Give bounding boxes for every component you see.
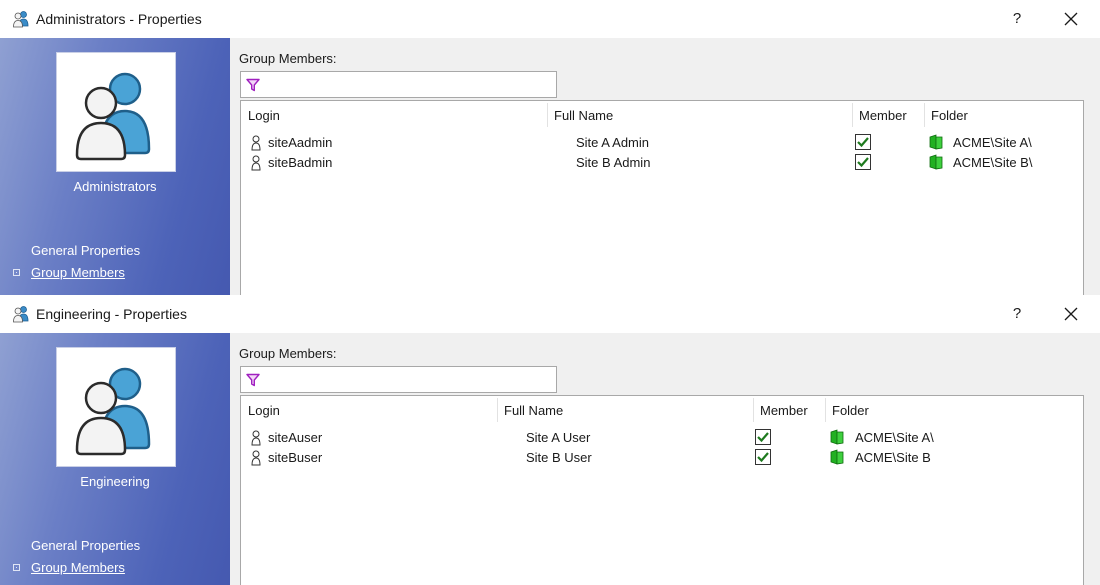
- login-cell: siteBadmin: [268, 155, 333, 170]
- avatar: [56, 347, 176, 467]
- table-row[interactable]: siteAadmin Site A Admin ACME\Site A\: [241, 133, 1083, 153]
- checkbox-checked-icon[interactable]: [855, 134, 871, 150]
- group-name: Engineering: [80, 474, 150, 489]
- close-icon: [1064, 12, 1078, 26]
- filter-input[interactable]: [265, 369, 553, 390]
- column-header-login[interactable]: Login: [241, 101, 547, 129]
- login-cell: siteBuser: [268, 450, 323, 465]
- group-icon: [13, 306, 29, 323]
- sidebar: Administrators General Properties Group …: [0, 38, 230, 295]
- user-icon: [251, 430, 261, 446]
- user-icon: [251, 450, 261, 466]
- full-name-cell: Site A User: [526, 430, 591, 445]
- nav-bullet-icon: [13, 269, 20, 276]
- group-icon: [13, 11, 29, 28]
- table-row[interactable]: siteBuser Site B User ACME\Site B: [241, 448, 1083, 468]
- table-row[interactable]: siteBadmin Site B Admin ACME\Site B\: [241, 153, 1083, 173]
- column-header-folder[interactable]: Folder: [924, 101, 1084, 129]
- close-icon: [1064, 307, 1078, 321]
- content-panel: Group Members: Login Full Name Member Fo…: [230, 333, 1100, 585]
- nav-bullet-icon: [13, 564, 20, 571]
- login-cell: siteAadmin: [268, 135, 333, 150]
- title-bar: Administrators - Properties ?: [0, 0, 1100, 38]
- help-button[interactable]: ?: [1000, 300, 1034, 328]
- column-header-full-name[interactable]: Full Name: [547, 101, 852, 129]
- filter-input[interactable]: [265, 74, 553, 95]
- column-header-member[interactable]: Member: [852, 101, 924, 129]
- group-members-label: Group Members:: [239, 51, 337, 66]
- filter-icon: [246, 373, 260, 387]
- folder-cell: ACME\Site B\: [953, 155, 1033, 170]
- content-panel: Group Members: Login Full Name Member Fo…: [230, 38, 1100, 295]
- group-name: Administrators: [73, 179, 157, 194]
- full-name-cell: Site A Admin: [576, 135, 649, 150]
- filter-icon: [246, 78, 260, 92]
- table-row[interactable]: siteAuser Site A User ACME\Site A\: [241, 428, 1083, 448]
- login-cell: siteAuser: [268, 430, 323, 445]
- help-button[interactable]: ?: [1000, 5, 1034, 33]
- folder-icon: [929, 154, 943, 170]
- members-list: Login Full Name Member Folder siteAuser …: [240, 395, 1084, 585]
- user-icon: [251, 135, 261, 151]
- nav-general-properties[interactable]: General Properties: [31, 538, 140, 553]
- close-button[interactable]: [1054, 300, 1088, 328]
- users-group-icon: [75, 72, 151, 161]
- folder-cell: ACME\Site A\: [953, 135, 1032, 150]
- group-members-label: Group Members:: [239, 346, 337, 361]
- full-name-cell: Site B User: [526, 450, 592, 465]
- column-header-full-name[interactable]: Full Name: [497, 396, 753, 424]
- checkbox-checked-icon[interactable]: [755, 449, 771, 465]
- nav-group-members[interactable]: Group Members: [31, 265, 125, 280]
- checkbox-checked-icon[interactable]: [855, 154, 871, 170]
- filter-box: [240, 71, 557, 98]
- window-title: Engineering - Properties: [36, 306, 187, 322]
- sidebar: Engineering General Properties Group Mem…: [0, 333, 230, 585]
- full-name-cell: Site B Admin: [576, 155, 651, 170]
- nav-general-properties[interactable]: General Properties: [31, 243, 140, 258]
- avatar: [56, 52, 176, 172]
- members-list: Login Full Name Member Folder siteAadmin…: [240, 100, 1084, 295]
- column-header-login[interactable]: Login: [241, 396, 497, 424]
- folder-icon: [929, 134, 943, 150]
- properties-window-administrators: Administrators - Properties ? Administra…: [0, 0, 1100, 296]
- column-header-member[interactable]: Member: [753, 396, 825, 424]
- title-bar: Engineering - Properties ?: [0, 295, 1100, 333]
- users-group-icon: [75, 367, 151, 456]
- column-header-folder[interactable]: Folder: [825, 396, 1083, 424]
- close-button[interactable]: [1054, 5, 1088, 33]
- folder-cell: ACME\Site B: [855, 450, 931, 465]
- user-icon: [251, 155, 261, 171]
- folder-icon: [830, 429, 844, 445]
- window-title: Administrators - Properties: [36, 11, 202, 27]
- properties-window-engineering: Engineering - Properties ? Engineering G…: [0, 295, 1100, 585]
- nav-group-members[interactable]: Group Members: [31, 560, 125, 575]
- folder-cell: ACME\Site A\: [855, 430, 934, 445]
- checkbox-checked-icon[interactable]: [755, 429, 771, 445]
- filter-box: [240, 366, 557, 393]
- folder-icon: [830, 449, 844, 465]
